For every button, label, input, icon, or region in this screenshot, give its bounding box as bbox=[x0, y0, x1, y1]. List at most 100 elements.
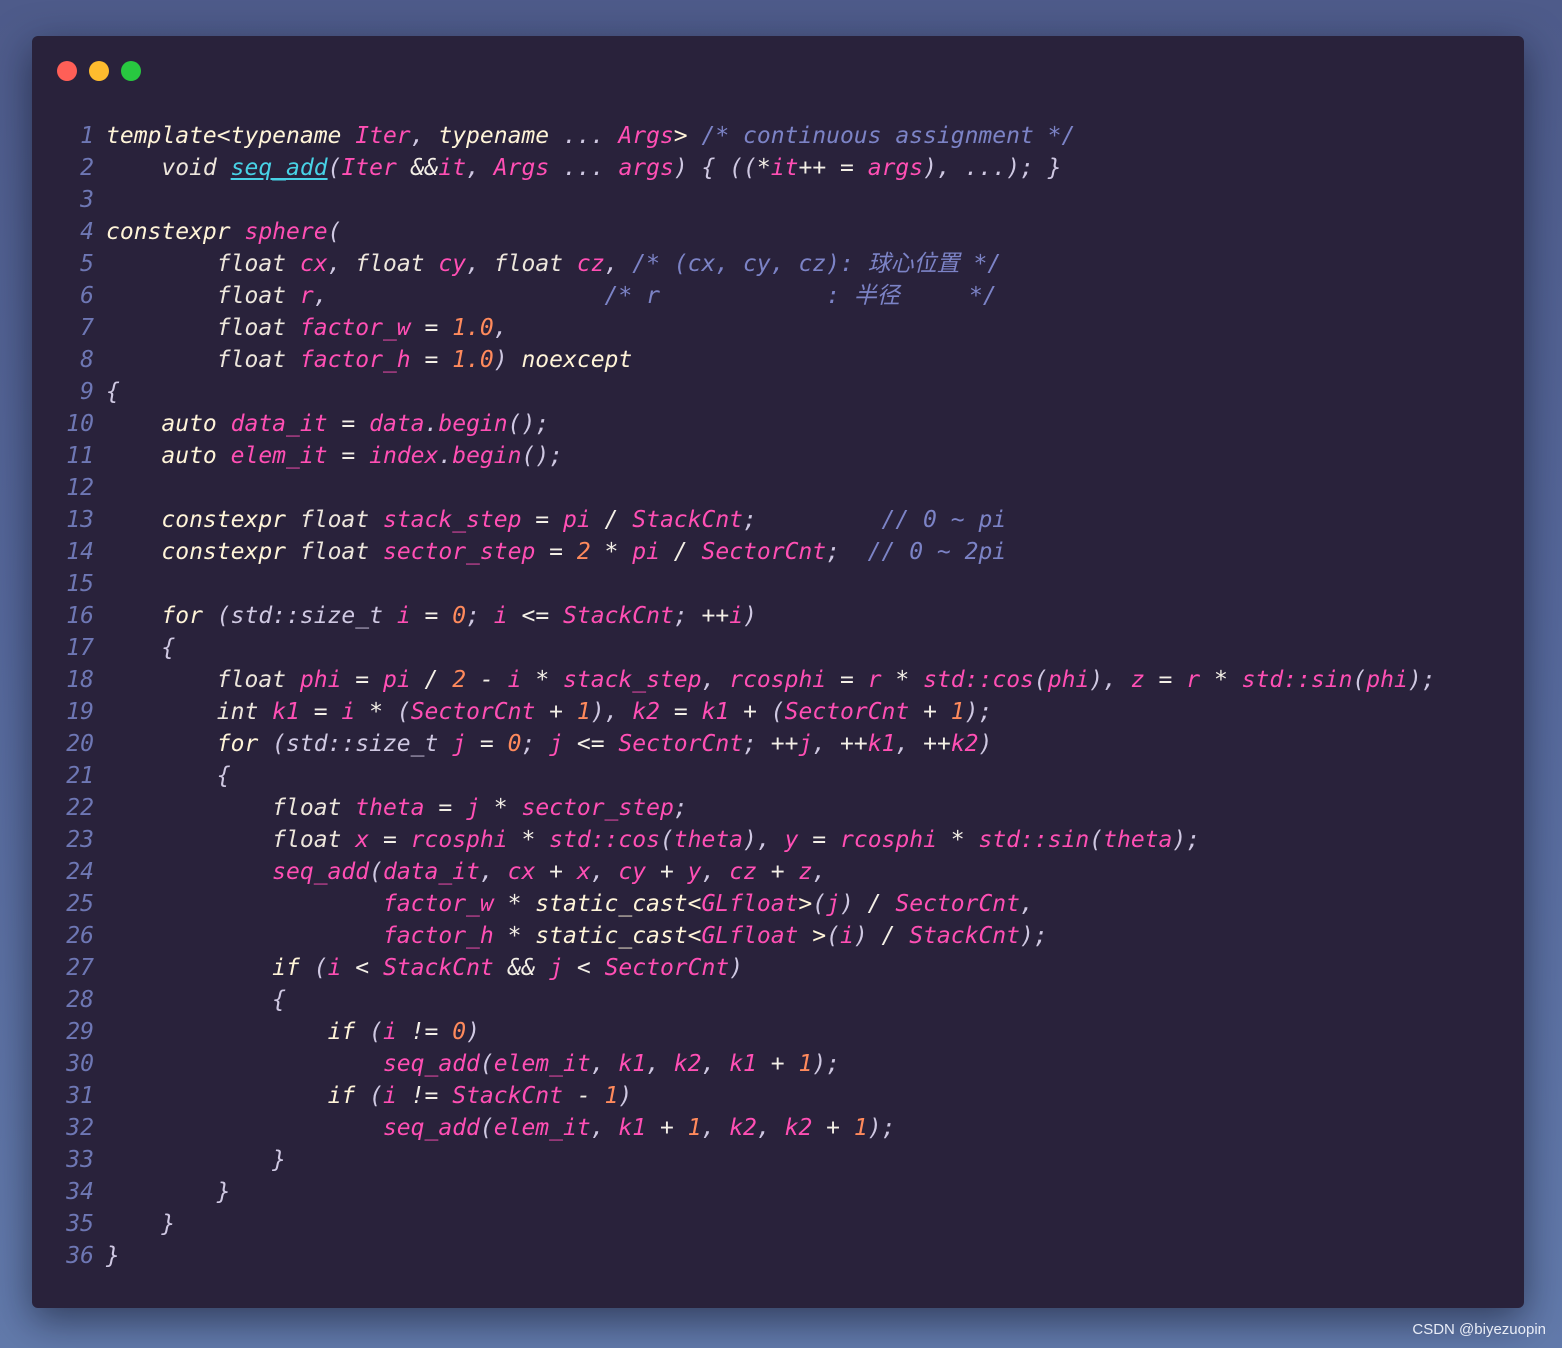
code-line: 26 factor_h * static_cast<GLfloat >(i) /… bbox=[32, 920, 1524, 952]
code-token: z bbox=[798, 859, 813, 885]
code-token: / bbox=[867, 923, 910, 949]
code-token: SectorCnt bbox=[604, 955, 730, 981]
code-token: + bbox=[756, 859, 799, 885]
code-token: (std::size_t bbox=[258, 731, 453, 757]
code-token: 2 bbox=[576, 539, 591, 565]
code-token: ++ bbox=[840, 731, 868, 757]
code-token: , bbox=[590, 1115, 619, 1141]
line-number: 18 bbox=[66, 667, 94, 693]
code-line: 34 } bbox=[32, 1176, 1524, 1208]
code-token: // 0 ~ pi bbox=[881, 507, 1007, 533]
code-token: = bbox=[299, 699, 342, 725]
line-source: { bbox=[94, 376, 120, 408]
code-token: ) bbox=[493, 347, 522, 373]
code-line: 13 constexpr float stack_step = pi / Sta… bbox=[32, 504, 1524, 536]
code-token: * bbox=[936, 827, 979, 853]
code-token: cz bbox=[729, 859, 757, 885]
code-token: j bbox=[826, 891, 840, 917]
code-token: i bbox=[839, 923, 854, 949]
code-token: ( bbox=[479, 1115, 494, 1141]
line-number: 5 bbox=[80, 251, 94, 277]
code-token: = bbox=[826, 667, 868, 693]
code-token: cy bbox=[618, 859, 647, 885]
code-token: ... bbox=[549, 123, 619, 149]
code-token: k1 bbox=[272, 699, 300, 725]
line-number: 36 bbox=[66, 1243, 94, 1269]
line-number: 26 bbox=[66, 923, 94, 949]
code-token: k2 bbox=[784, 1115, 813, 1141]
code-token: auto bbox=[161, 443, 231, 469]
code-line: 18 float phi = pi / 2 - i * stack_step, … bbox=[32, 664, 1524, 696]
code-token: index bbox=[369, 443, 439, 469]
zoom-window-button[interactable] bbox=[121, 61, 141, 81]
code-token: k1 bbox=[618, 1115, 647, 1141]
line-number: 1 bbox=[80, 123, 94, 149]
code-token: std::cos bbox=[923, 667, 1034, 693]
line-source: float theta = j * sector_step; bbox=[94, 792, 687, 824]
line-source: } bbox=[94, 1240, 120, 1272]
code-token: = bbox=[327, 443, 370, 469]
code-token: static_cast< bbox=[535, 891, 702, 917]
code-token: StackCnt bbox=[563, 603, 674, 629]
code-token: ( bbox=[327, 219, 342, 245]
code-token: < bbox=[563, 955, 605, 981]
code-token: seq_add bbox=[382, 1115, 480, 1141]
code-token: < bbox=[341, 955, 383, 981]
line-number: 4 bbox=[80, 219, 94, 245]
code-token: pi bbox=[563, 507, 591, 533]
line-number: 20 bbox=[66, 731, 94, 757]
code-token: factor_h bbox=[382, 923, 494, 949]
code-token: , bbox=[756, 1115, 785, 1141]
code-token: = bbox=[410, 603, 453, 629]
code-token: , bbox=[327, 251, 356, 277]
code-token: j bbox=[452, 731, 467, 757]
line-number: 17 bbox=[66, 635, 94, 661]
code-line: 32 seq_add(elem_it, k1 + 1, k2, k2 + 1); bbox=[32, 1112, 1524, 1144]
line-number: 16 bbox=[66, 603, 94, 629]
line-number: 6 bbox=[80, 283, 94, 309]
line-source: auto data_it = data.begin(); bbox=[94, 408, 549, 440]
minimize-window-button[interactable] bbox=[89, 61, 109, 81]
code-token: i bbox=[493, 603, 508, 629]
code-token: + bbox=[646, 1115, 688, 1141]
code-line: 22 float theta = j * sector_step; bbox=[32, 792, 1524, 824]
close-window-button[interactable] bbox=[57, 61, 77, 81]
code-token: void bbox=[161, 155, 231, 181]
code-token: elem_it bbox=[230, 443, 328, 469]
code-token: float bbox=[216, 251, 300, 277]
code-token: phi bbox=[299, 667, 342, 693]
code-line: 25 factor_w * static_cast<GLfloat>(j) / … bbox=[32, 888, 1524, 920]
line-number: 34 bbox=[66, 1179, 94, 1205]
code-token: GLfloat bbox=[701, 923, 799, 949]
line-number: 32 bbox=[66, 1115, 94, 1141]
code-token: args bbox=[867, 155, 924, 181]
line-number: 22 bbox=[66, 795, 94, 821]
code-token: sector_step bbox=[382, 539, 536, 565]
code-token: 1.0 bbox=[452, 347, 494, 373]
code-token: static_cast< bbox=[535, 923, 702, 949]
code-line: 16 for (std::size_t i = 0; i <= StackCnt… bbox=[32, 600, 1524, 632]
code-line: 30 seq_add(elem_it, k1, k2, k1 + 1); bbox=[32, 1048, 1524, 1080]
code-line: 9{ bbox=[32, 376, 1524, 408]
code-line: 12 bbox=[32, 472, 1524, 504]
code-token: ) bbox=[978, 731, 993, 757]
code-token: * bbox=[493, 923, 536, 949]
code-token: Args bbox=[493, 155, 550, 181]
line-source: constexpr sphere( bbox=[94, 216, 341, 248]
code-token: z bbox=[1130, 667, 1145, 693]
line-source: seq_add(elem_it, k1 + 1, k2, k2 + 1); bbox=[94, 1112, 895, 1144]
line-number: 15 bbox=[66, 571, 94, 597]
code-token: ); bbox=[1407, 667, 1436, 693]
code-token: Args bbox=[618, 123, 674, 149]
code-token: ( bbox=[327, 155, 342, 181]
code-token: pi bbox=[382, 667, 411, 693]
code-line: 6 float r, /* r : 半径 */ bbox=[32, 280, 1524, 312]
code-token: for bbox=[161, 603, 203, 629]
line-number: 11 bbox=[66, 443, 94, 469]
code-token: ++ bbox=[770, 731, 799, 757]
